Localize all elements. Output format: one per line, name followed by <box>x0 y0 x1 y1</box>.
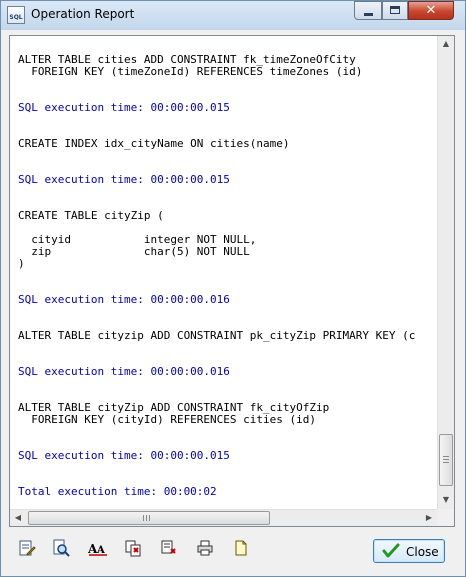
scroll-down-icon[interactable]: ▼ <box>438 492 454 508</box>
report-text-area[interactable]: ALTER TABLE cities ADD CONSTRAINT fk_tim… <box>9 35 455 527</box>
report-toolbar: A A <box>9 535 269 565</box>
maximize-icon <box>390 6 400 14</box>
report-line: ) <box>18 257 25 270</box>
find-button[interactable] <box>49 535 73 561</box>
report-line-timing: SQL execution time: 00:00:00.015 <box>18 173 230 186</box>
scroll-up-icon[interactable]: ▲ <box>438 36 454 52</box>
print-button[interactable] <box>193 535 217 561</box>
minimize-icon <box>364 13 373 16</box>
window-close-button[interactable]: ✕ <box>408 1 454 20</box>
scroll-left-icon[interactable]: ◀ <box>10 510 26 526</box>
checkmark-icon <box>382 543 400 558</box>
title-bar[interactable]: SQL Operation Report ✕ <box>1 1 465 30</box>
note-icon <box>235 540 247 556</box>
report-line-total: Total execution time: 00:00:02 <box>18 485 217 498</box>
close-icon: ✕ <box>425 3 437 18</box>
grip-line <box>146 515 147 521</box>
horizontal-scroll-thumb[interactable] <box>28 511 270 525</box>
scroll-right-icon[interactable]: ▶ <box>421 510 437 526</box>
report-line: CREATE TABLE cityZip ( <box>18 209 164 222</box>
report-line: FOREIGN KEY (timeZoneId) REFERENCES time… <box>18 65 363 78</box>
grip-line <box>443 462 449 463</box>
grip-line <box>443 459 449 460</box>
copy-icon <box>125 540 141 557</box>
report-line: CREATE INDEX idx_cityName ON cities(name… <box>18 137 290 150</box>
grip-line <box>443 456 449 457</box>
vertical-scroll-thumb[interactable] <box>439 434 453 486</box>
window-title: Operation Report <box>31 7 135 21</box>
edit-button[interactable] <box>15 535 39 561</box>
close-button-label: Close <box>406 545 439 559</box>
grip-line <box>143 515 144 521</box>
scroll-corner <box>437 509 454 526</box>
note-button[interactable] <box>229 535 253 561</box>
horizontal-scrollbar[interactable]: ◀ ▶ <box>10 509 438 526</box>
font-icon: A A <box>88 542 107 556</box>
print-icon <box>197 540 213 556</box>
maximize-button[interactable] <box>382 1 408 20</box>
vertical-scrollbar[interactable]: ▲ ▼ <box>437 36 454 509</box>
edit-icon <box>19 540 36 556</box>
report-line-timing: SQL execution time: 00:00:00.015 <box>18 449 230 462</box>
operation-report-window: SQL Operation Report ✕ ALTER TABLE citie… <box>0 0 466 577</box>
grip-line <box>149 515 150 521</box>
minimize-button[interactable] <box>354 1 382 20</box>
save-icon <box>161 540 176 554</box>
sql-app-icon: SQL <box>7 6 25 24</box>
report-line-timing: SQL execution time: 00:00:00.015 <box>18 101 230 114</box>
copy-button[interactable] <box>121 535 145 561</box>
report-line: zip char(5) NOT NULL <box>18 245 250 258</box>
find-icon <box>53 539 70 557</box>
save-button[interactable] <box>157 535 181 561</box>
report-content: ALTER TABLE cities ADD CONSTRAINT fk_tim… <box>10 36 438 509</box>
close-button[interactable]: Close <box>373 539 445 563</box>
report-line: FOREIGN KEY (cityId) REFERENCES cities (… <box>18 413 317 426</box>
report-line: ALTER TABLE cityzip ADD CONSTRAINT pk_ci… <box>18 329 416 342</box>
font-button[interactable]: A A <box>85 535 109 561</box>
report-line-timing: SQL execution time: 00:00:00.016 <box>18 365 230 378</box>
report-line-timing: SQL execution time: 00:00:00.016 <box>18 293 230 306</box>
